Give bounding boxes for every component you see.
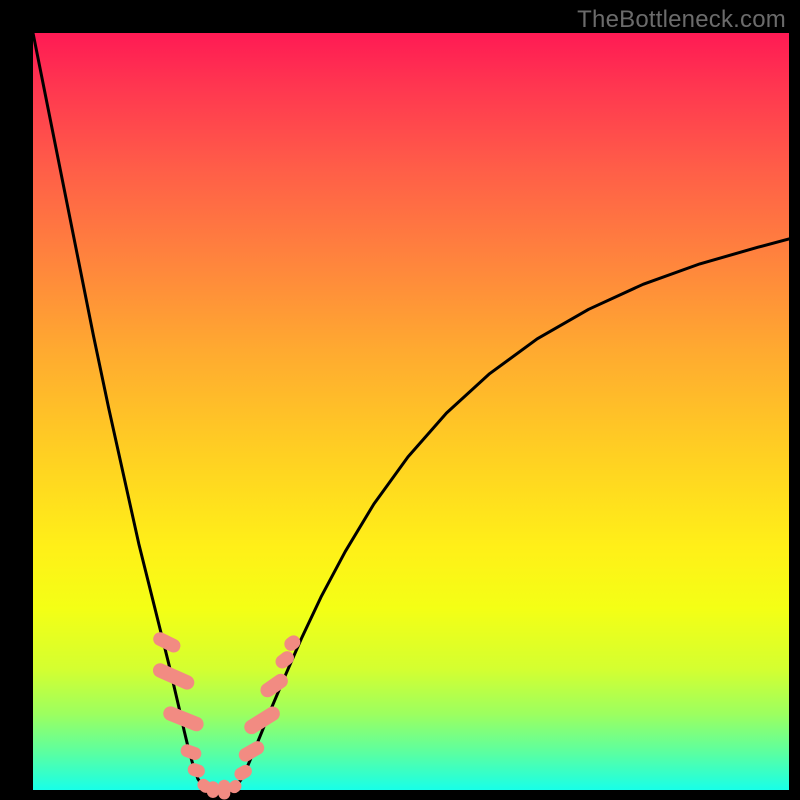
bottleneck-curve: [33, 33, 789, 790]
curve-marker: [218, 780, 230, 800]
curve-layer: [33, 33, 789, 790]
plot-area: [33, 33, 789, 790]
curve-marker: [282, 633, 304, 654]
curve-marker: [186, 762, 207, 780]
curve-marker: [179, 742, 203, 761]
curve-marker: [232, 762, 254, 782]
chart-svg: [33, 33, 789, 790]
curve-marker: [207, 781, 219, 798]
marker-layer: [151, 630, 303, 800]
curve-marker: [273, 648, 297, 671]
watermark-text: TheBottleneck.com: [577, 6, 786, 34]
chart-frame: TheBottleneck.com: [0, 0, 800, 800]
